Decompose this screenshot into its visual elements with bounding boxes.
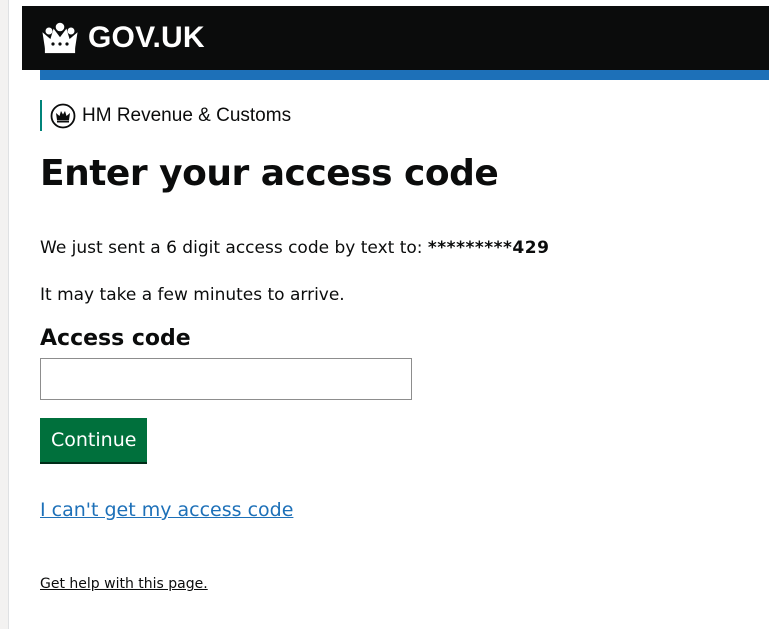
continue-button[interactable]: Continue xyxy=(40,418,148,462)
cant-get-access-code-link[interactable]: I can't get my access code xyxy=(40,496,293,524)
access-code-input[interactable] xyxy=(40,358,412,400)
organisation-name: HM Revenue & Customs xyxy=(82,104,292,126)
crown-icon xyxy=(42,22,78,54)
hmrc-crest-icon xyxy=(50,103,76,128)
sent-code-message-prefix: We just sent a 6 digit access code by te… xyxy=(40,238,428,258)
govuk-logo-text: GOV.UK xyxy=(88,21,205,54)
organisation-banner: HM Revenue & Customs xyxy=(40,100,291,131)
left-gutter xyxy=(0,0,9,629)
masked-phone-number: *********429 xyxy=(427,238,550,258)
arrival-message: It may take a few minutes to arrive. xyxy=(40,285,345,305)
page-title: Enter your access code xyxy=(40,153,499,194)
get-help-link[interactable]: Get help with this page. xyxy=(40,574,208,594)
access-code-label: Access code xyxy=(40,326,191,351)
header-accent-bar xyxy=(40,70,769,80)
govuk-home-link[interactable]: GOV.UK xyxy=(40,20,205,56)
page: GOV.UK HM Revenue & Customs Enter your a… xyxy=(0,0,769,629)
sent-code-message: We just sent a 6 digit access code by te… xyxy=(40,236,549,260)
govuk-header: GOV.UK xyxy=(22,6,769,70)
